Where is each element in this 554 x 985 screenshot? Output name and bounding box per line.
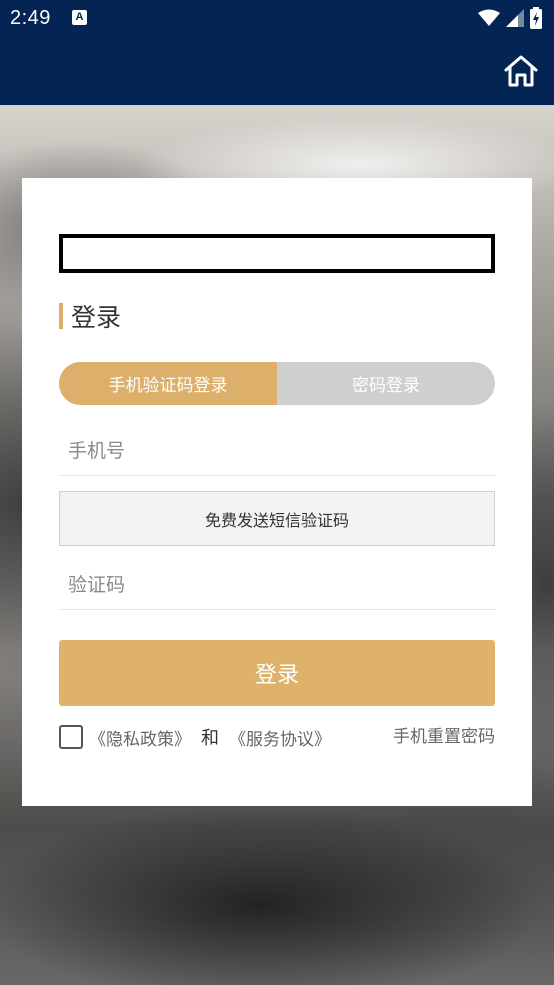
login-card: 登录 手机验证码登录 密码登录 免费发送短信验证码 登录 《隐私政策》 和 《服… bbox=[22, 178, 532, 806]
tab-password-login[interactable]: 密码登录 bbox=[277, 362, 495, 405]
send-sms-button[interactable]: 免费发送短信验证码 bbox=[59, 491, 495, 546]
phone-field-row bbox=[59, 426, 495, 476]
status-bar: 2:49 A bbox=[0, 0, 554, 38]
login-title: 登录 bbox=[71, 303, 122, 332]
status-time: 2:49 bbox=[10, 7, 51, 29]
login-button[interactable]: 登录 bbox=[59, 640, 495, 706]
home-button[interactable] bbox=[502, 52, 540, 90]
logo-placeholder bbox=[59, 234, 495, 273]
signal-icon bbox=[506, 9, 524, 27]
login-tabs: 手机验证码登录 密码登录 bbox=[59, 362, 495, 405]
code-field-row bbox=[59, 560, 495, 610]
title-accent-bar bbox=[59, 303, 63, 329]
notification-icon: A bbox=[72, 10, 87, 25]
and-text: 和 bbox=[201, 728, 219, 749]
status-icons bbox=[478, 7, 542, 29]
home-icon bbox=[504, 55, 538, 87]
battery-icon bbox=[530, 7, 542, 29]
tab-sms-login[interactable]: 手机验证码登录 bbox=[59, 362, 277, 405]
verification-code-input[interactable] bbox=[68, 573, 495, 596]
agreement-checkbox[interactable] bbox=[59, 725, 83, 749]
agreement-row: 《隐私政策》 和 《服务协议》 bbox=[59, 724, 331, 750]
section-title: 登录 bbox=[59, 301, 122, 332]
privacy-policy-link[interactable]: 《隐私政策》 bbox=[89, 725, 191, 750]
wifi-icon bbox=[478, 9, 500, 26]
app-bar bbox=[0, 38, 554, 105]
service-agreement-link[interactable]: 《服务协议》 bbox=[229, 725, 331, 750]
reset-password-link[interactable]: 手机重置密码 bbox=[393, 722, 495, 747]
phone-input[interactable] bbox=[68, 439, 495, 462]
